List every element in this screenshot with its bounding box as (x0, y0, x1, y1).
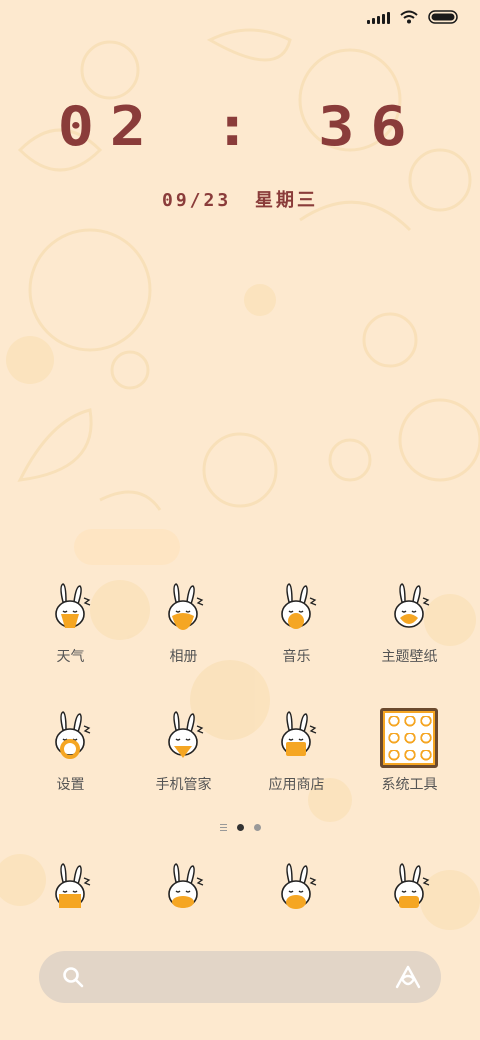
app-icon-3[interactable]: 音乐 (240, 580, 353, 666)
folder-mini-icon (387, 750, 400, 762)
folder-mini-icon (419, 733, 432, 745)
bunny-theme-icon (380, 580, 440, 640)
battery-icon (428, 10, 458, 24)
app-label: 应用商店 (268, 777, 325, 793)
folder-mini-icon (387, 733, 400, 745)
app-label: 手机管家 (155, 777, 212, 793)
folder-mini-icon (403, 716, 416, 728)
dock-icon-1[interactable] (14, 860, 127, 920)
folder-mini-icon (419, 716, 432, 728)
weekday-text: 星期三 (255, 190, 319, 211)
search-bar[interactable] (39, 951, 441, 1003)
app-icon-2[interactable]: 相册 (127, 580, 240, 666)
folder-mini-icon (387, 716, 400, 728)
app-label: 音乐 (282, 649, 311, 665)
bunny-camera-icon (380, 860, 440, 920)
app-icon-2[interactable]: 手机管家 (127, 708, 240, 794)
bunny-store-icon (267, 708, 327, 768)
folder-mini-icon (403, 750, 416, 762)
search-icon[interactable] (61, 965, 85, 989)
clock-date[interactable]: 09/23 星期三 (0, 186, 480, 212)
app-label: 相册 (169, 649, 198, 665)
assistant-icon[interactable] (395, 965, 421, 989)
app-icon-3[interactable]: 应用商店 (240, 708, 353, 794)
app-icon-4[interactable]: 系统工具 (353, 708, 466, 794)
bunny-settings-icon (41, 708, 101, 768)
dock-icon-4[interactable] (353, 860, 466, 920)
bunny-weather-icon (41, 580, 101, 640)
bunny-security-icon (154, 708, 214, 768)
bunny-phone-icon (41, 860, 101, 920)
page-indicator[interactable] (0, 824, 480, 831)
ghost-widget (74, 529, 180, 565)
wifi-icon (400, 10, 418, 24)
app-icon-4[interactable]: 主题壁纸 (353, 580, 466, 666)
menu-lines-icon (219, 824, 227, 831)
signal-bars-icon (367, 10, 390, 24)
app-label: 主题壁纸 (381, 649, 438, 665)
clock-time[interactable]: 02 : 36 (0, 95, 480, 158)
page-dot[interactable] (236, 824, 244, 831)
status-bar (367, 10, 460, 24)
app-label: 设置 (56, 777, 85, 793)
app-row-1: 天气 相册 音乐 主题壁纸 (14, 580, 466, 666)
app-icon-1[interactable]: 天气 (14, 580, 127, 666)
dock (14, 860, 466, 920)
app-label: 系统工具 (381, 777, 438, 793)
dock-icon-3[interactable] (240, 860, 353, 920)
app-row-2: 设置 手机管家 应用商店 系统工具 (14, 708, 466, 794)
dock-icon-2[interactable] (127, 860, 240, 920)
folder-grid (379, 708, 438, 768)
bunny-music-icon (267, 580, 327, 640)
folder-mini-icon (419, 750, 432, 762)
app-icon-1[interactable]: 设置 (14, 708, 127, 794)
page-dot[interactable] (253, 824, 261, 831)
folder-mini-icon (403, 733, 416, 745)
bunny-album-icon (154, 580, 214, 640)
bunny-browser-icon (267, 860, 327, 920)
app-label: 天气 (56, 649, 85, 665)
bunny-messages-icon (154, 860, 214, 920)
date-text: 09/23 (161, 190, 232, 211)
folder-icon (379, 708, 440, 768)
